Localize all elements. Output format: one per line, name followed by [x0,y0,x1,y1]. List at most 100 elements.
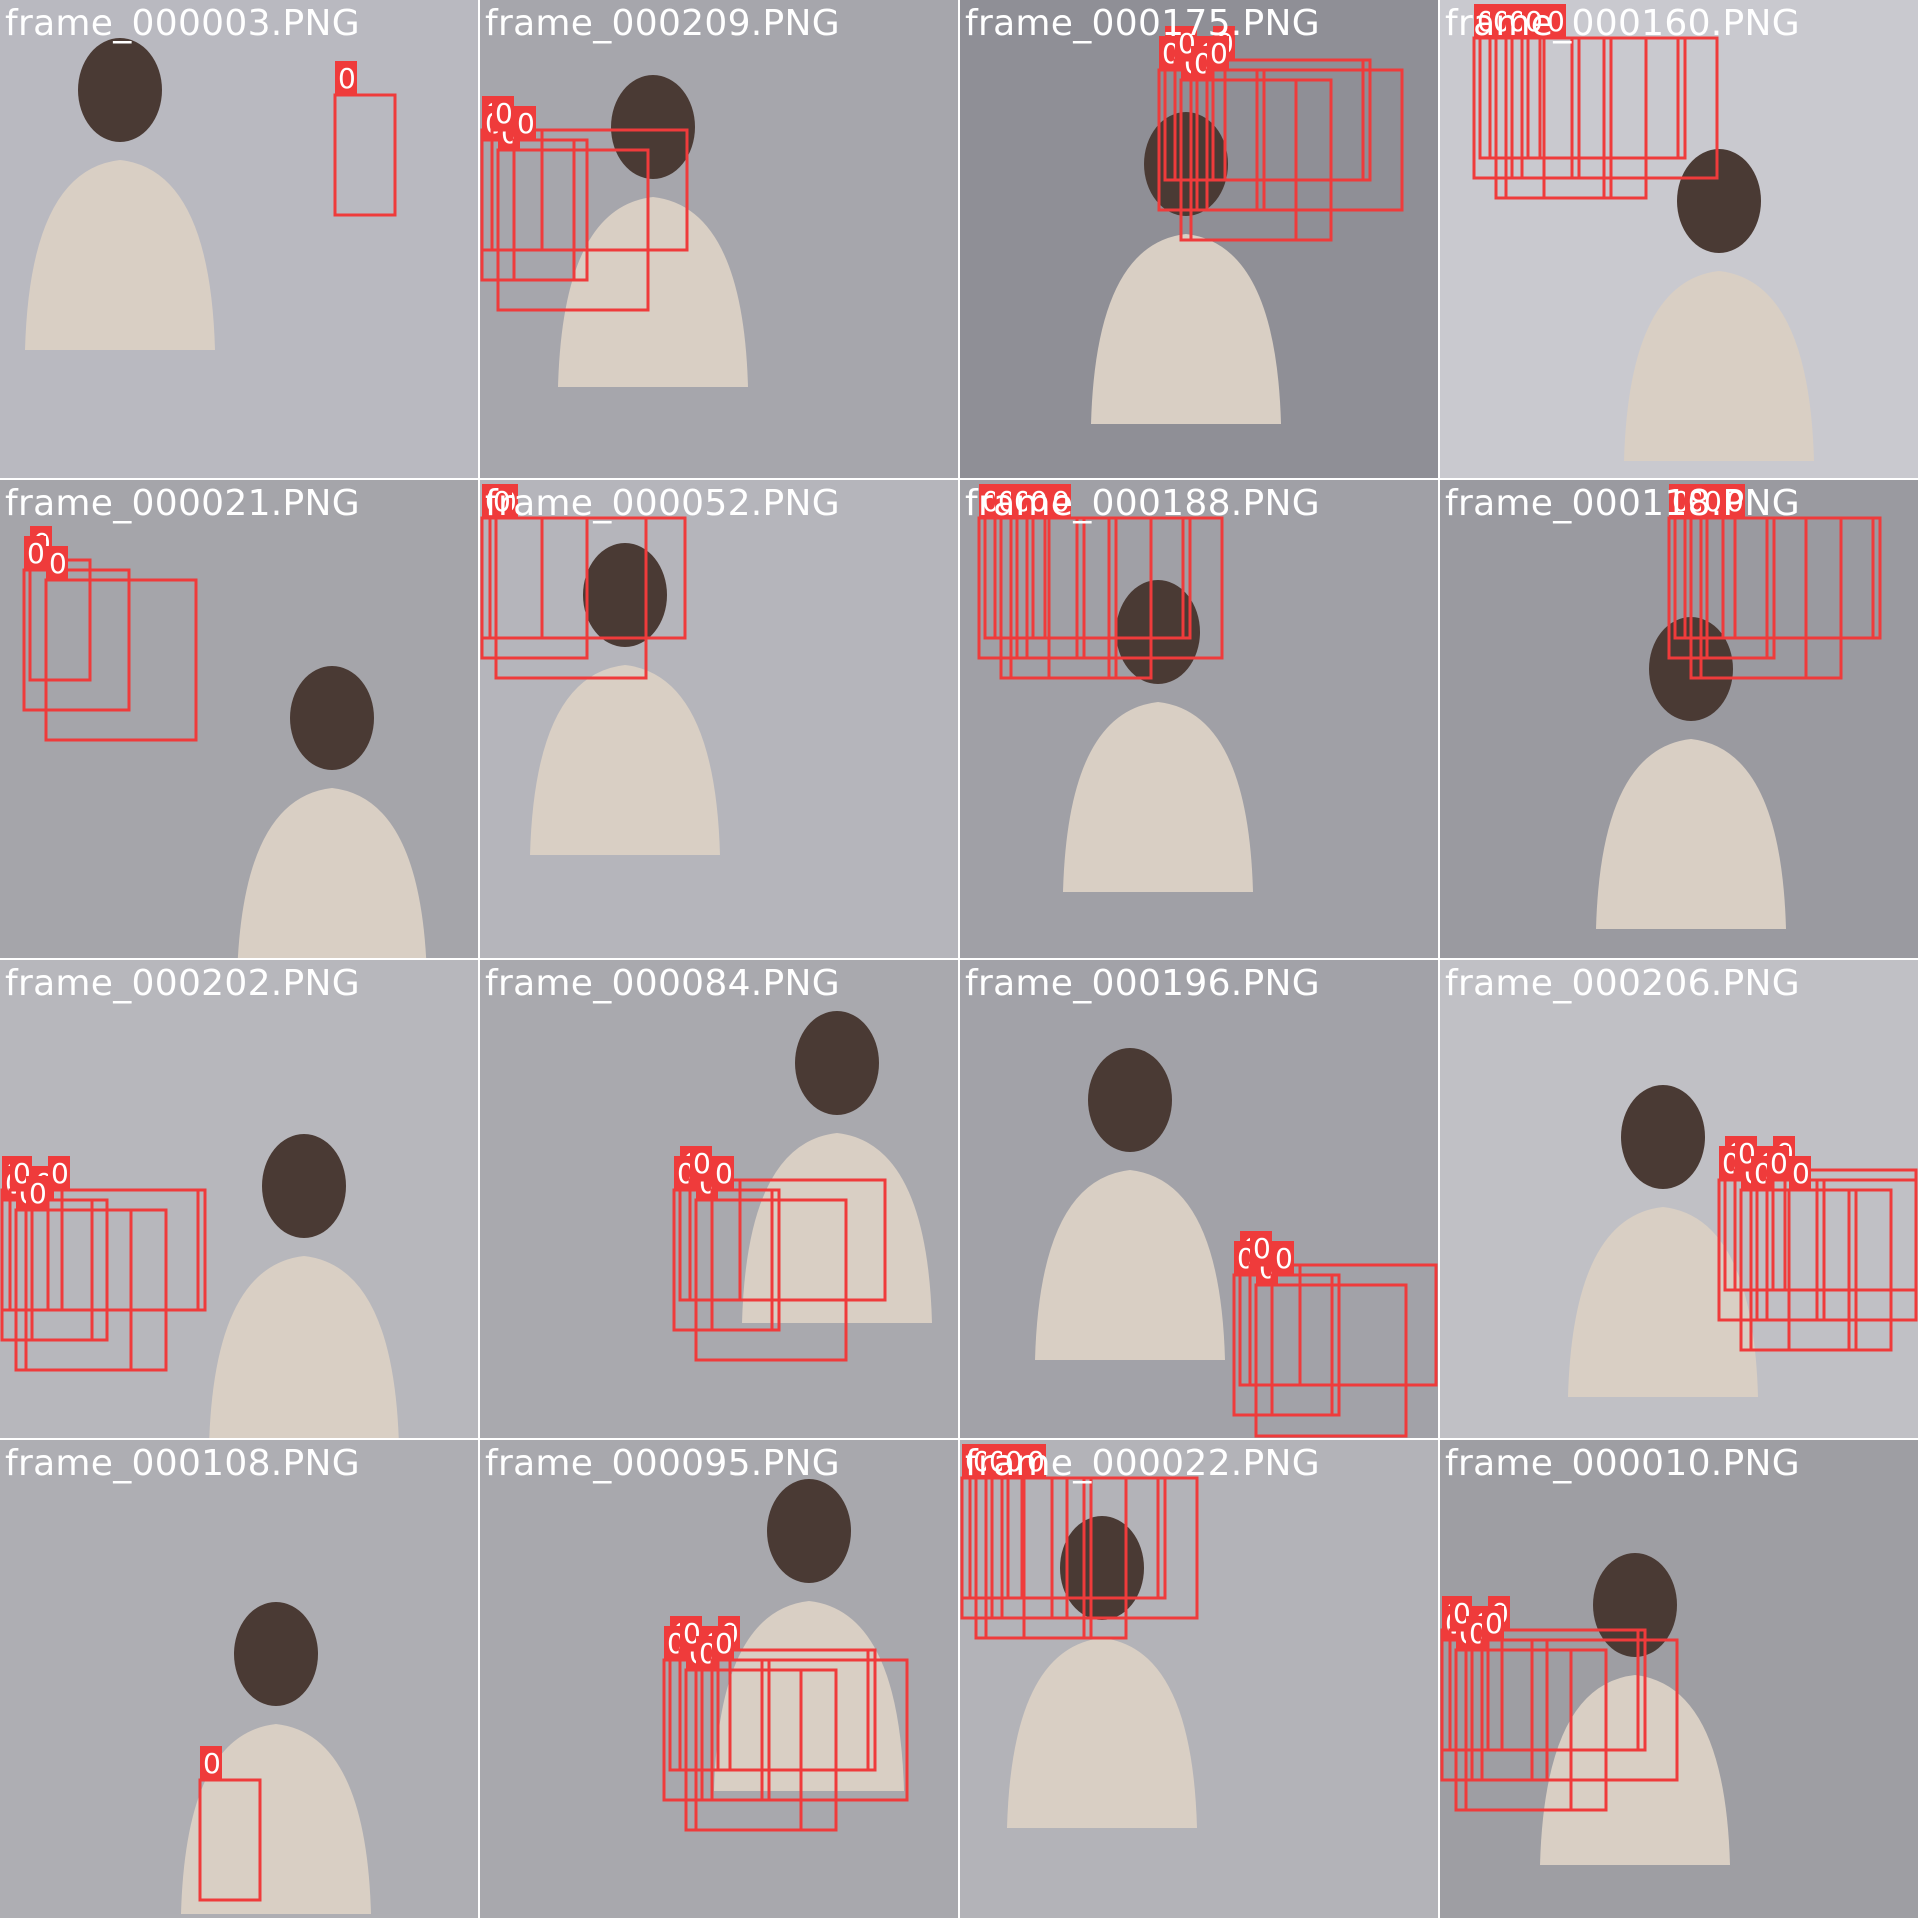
detection-label: 0 [517,107,535,140]
detection-label: 0 [1792,1157,1810,1190]
person-silhouette [1624,149,1814,461]
tile-filename: frame_000188.PNG [965,483,1320,524]
tile-canvas: 000 [22,526,427,958]
head-shape [795,1011,879,1115]
detection-label: 0 [338,62,356,95]
detection-box [24,1208,133,1372]
detection-label: 0 [51,1157,69,1190]
head-shape [1088,1048,1172,1152]
tile-filename: frame_000052.PNG [485,483,840,524]
tile-filename: frame_000202.PNG [5,963,360,1004]
detection-box [46,1188,200,1312]
detection-box [1542,36,1606,200]
mosaic-tile: 00000000frame_000095.PNG [480,1440,958,1918]
tile-filename: frame_000196.PNG [965,963,1320,1004]
head-shape [290,666,374,770]
mosaic-tile: 00000000frame_000175.PNG [960,0,1438,478]
tile-canvas: 00000 [480,75,748,387]
detection-label: 0 [1770,1147,1788,1180]
tile-canvas: 00000 [672,1011,932,1362]
mosaic-tile: 00000 frame_000196.PNG [960,960,1438,1438]
mosaic-tile: 000000000 frame_000206.PNG [1440,960,1918,1438]
mosaic-tile: 0000000 frame_000202.PNG [0,960,478,1438]
mosaic-tile: 00000000 frame_000010.PNG [1440,1440,1918,1918]
tile-canvas: 00000000 [1440,1553,1730,1865]
head-shape [1060,1516,1144,1620]
tile-filename: frame_000021.PNG [5,483,360,524]
detection-box [512,138,576,282]
tile-filename: frame_000206.PNG [1445,963,1800,1004]
torso-shape [209,1256,399,1438]
mosaic-tile: 000000000frame_000022.PNG [960,1440,1438,1918]
tile-filename: frame_000108.PNG [5,1443,360,1484]
tile-filename: frame_000209.PNG [485,3,840,44]
tile-canvas: 0 [25,38,397,350]
detection-box [1047,516,1111,680]
torso-shape [1063,702,1253,892]
detection-label: 0 [1253,1232,1271,1265]
tile-filename: frame_000095.PNG [485,1443,840,1484]
mosaic-tile: 0 frame_000108.PNG [0,1440,478,1918]
detection-box [1205,68,1404,212]
tile-canvas: 0000000 [1596,484,1882,929]
head-shape [1116,580,1200,684]
detection-label: 0 [1485,1607,1503,1640]
tile-canvas: 0000 [480,484,720,855]
detection-label: 0 [693,1147,711,1180]
tile-canvas: 000000000 [960,1444,1199,1828]
detection-label: 0 [203,1747,221,1780]
tile-canvas: 000000000 [977,484,1253,892]
head-shape [1621,1085,1705,1189]
tile-filename: frame_000175.PNG [965,3,1320,44]
person-silhouette [237,666,427,958]
person-silhouette [1035,1048,1225,1360]
torso-shape [1624,271,1814,461]
head-shape [234,1602,318,1706]
detection-box [1683,516,1882,640]
head-shape [1677,149,1761,253]
person-silhouette [1540,1553,1730,1865]
detection-box [1211,58,1365,182]
detection-label: 0 [715,1157,733,1190]
detection-label: 0 [27,537,45,570]
detection-box [1721,516,1875,640]
tile-canvas: 00000 [1035,1048,1438,1438]
torso-shape [1596,739,1786,929]
person-silhouette [1091,112,1281,424]
detection-box [22,568,131,712]
person-silhouette [1063,580,1253,892]
detection-box [333,93,397,217]
tile-canvas: 0 [181,1602,371,1914]
torso-shape [530,665,720,855]
torso-shape [1091,234,1281,424]
detection-box [1787,1188,1851,1352]
person-silhouette [530,543,720,855]
detection-label: 0 [29,1177,47,1210]
tile-canvas: 00000000 [1091,26,1404,424]
tile-filename: frame_000160.PNG [1445,3,1800,44]
torso-shape [1035,1170,1225,1360]
mosaic-tile: 00000 frame_000084.PNG [480,960,958,1438]
tile-canvas: 000000000 [1568,1085,1918,1397]
mosaic-grid: 0frame_000003.PNG00000frame_000209.PNG00… [0,0,1920,1920]
tile-filename: frame_000084.PNG [485,963,840,1004]
torso-shape [25,160,215,350]
mosaic-tile: 000000000frame_000188.PNG [960,480,1438,958]
person-silhouette [25,38,215,350]
detection-box [1488,36,1687,160]
detection-label: 0 [715,1627,733,1660]
mosaic-tile: 00000 frame_000209.PNG [480,0,958,478]
torso-shape [1568,1207,1758,1397]
tile-canvas: 00000000 [662,1479,909,1832]
head-shape [262,1134,346,1238]
tile-filename: frame_000003.PNG [5,3,360,44]
torso-shape [237,788,427,958]
mosaic-tile: 0000000frame_000118.PNG [1440,480,1918,958]
tile-filename: frame_000010.PNG [1445,1443,1800,1484]
tile-filename: frame_000118.PNG [1445,483,1800,524]
mosaic-tile: 0000frame_000052.PNG [480,480,958,958]
tile-canvas: 000000000 [1472,4,1814,461]
head-shape [78,38,162,142]
head-shape [611,75,695,179]
mosaic-tile: 000frame_000021.PNG [0,480,478,958]
